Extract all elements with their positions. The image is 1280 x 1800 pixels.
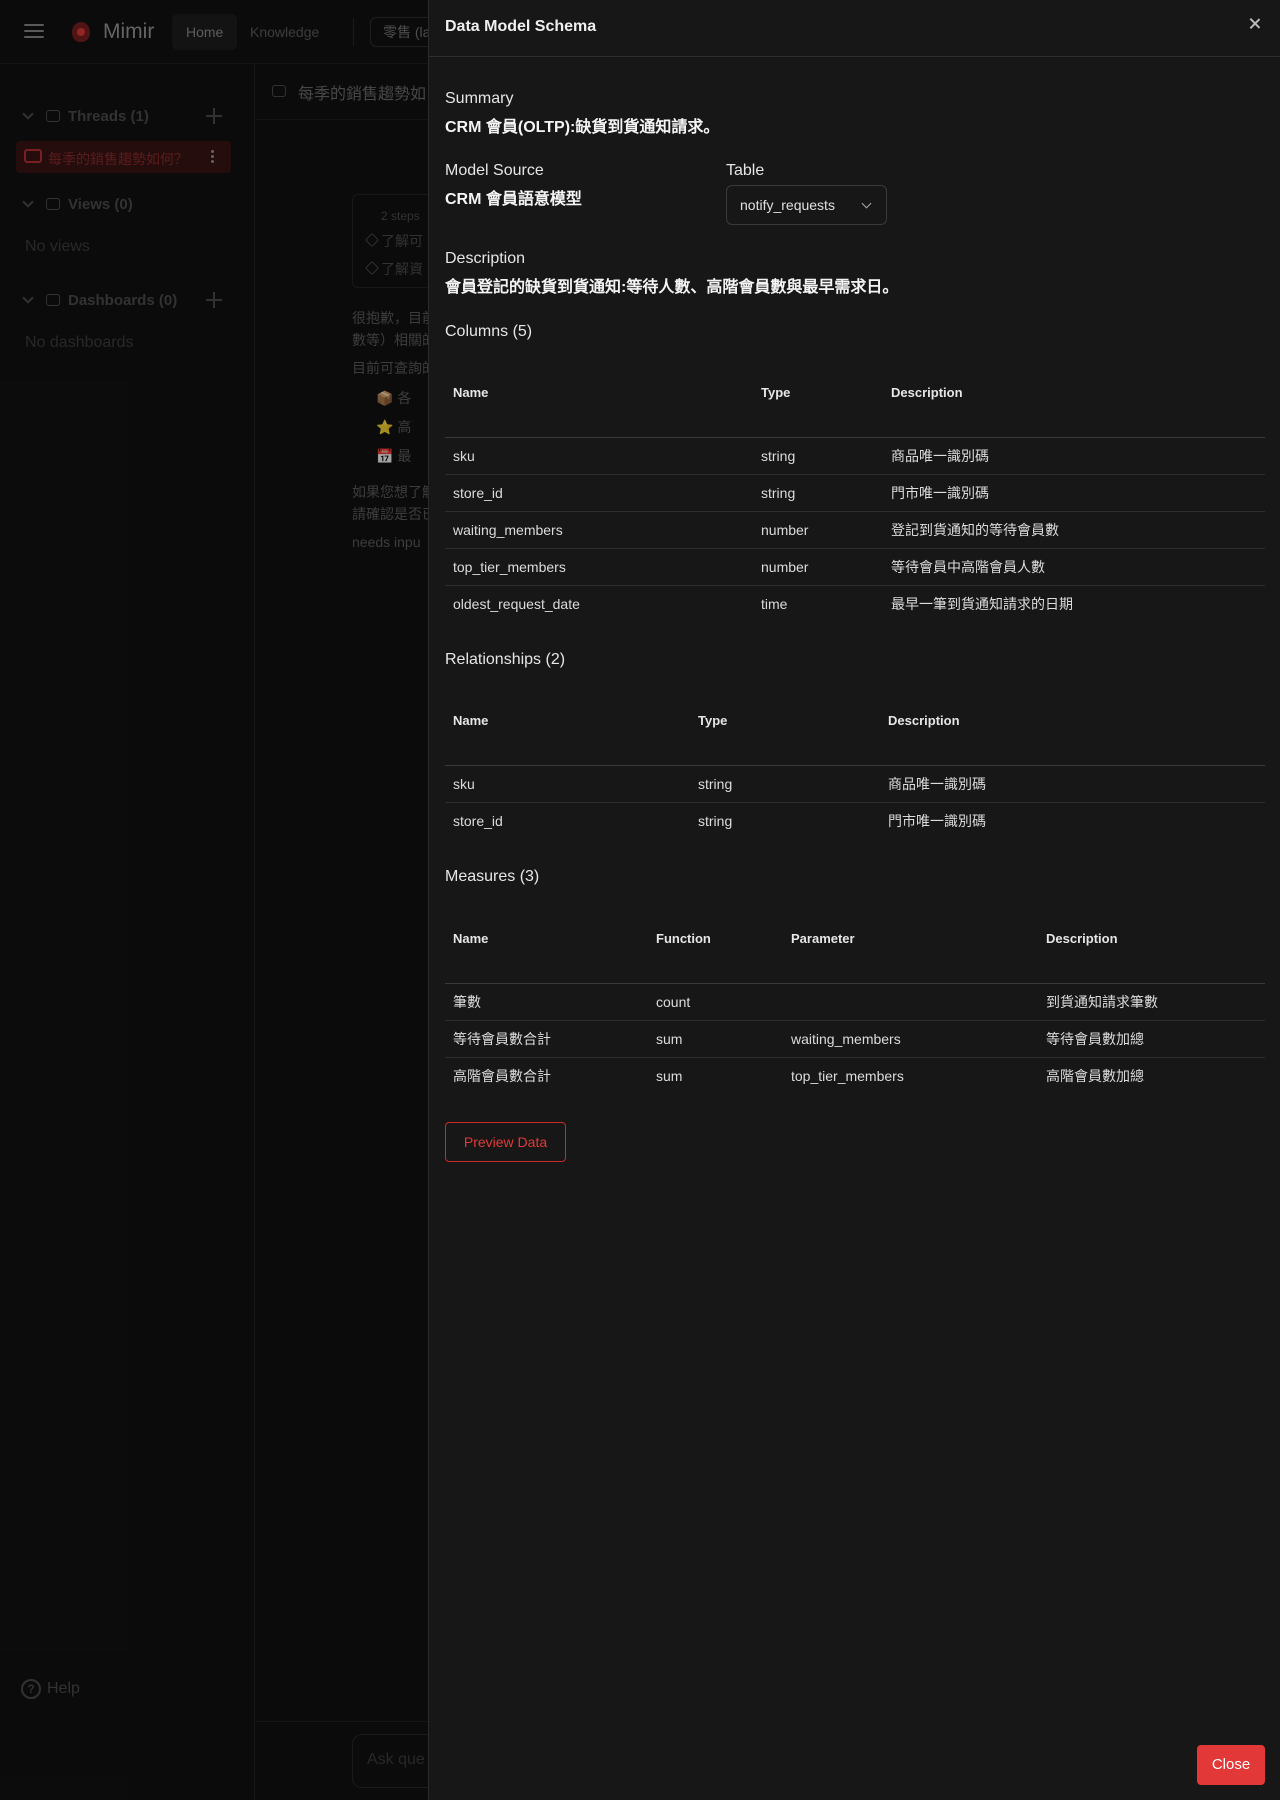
preview-data-button[interactable]: Preview Data bbox=[445, 1122, 566, 1162]
column-header: Type bbox=[753, 349, 883, 438]
cell: 高階會員數合計 bbox=[453, 1067, 551, 1084]
column-header: Name bbox=[445, 677, 690, 766]
table-select-value: notify_requests bbox=[740, 197, 835, 213]
cell: top_tier_members bbox=[445, 548, 753, 586]
cell: number bbox=[753, 511, 883, 549]
drawer-header: Data Model Schema bbox=[429, 0, 1280, 57]
cell: 門市唯一識別碼 bbox=[888, 812, 986, 829]
cell: string bbox=[690, 765, 880, 803]
data-model-schema-drawer: Data Model Schema Summary CRM 會員(OLTP):缺… bbox=[428, 0, 1280, 1800]
column-header: Function bbox=[648, 895, 783, 984]
cell: 商品唯一識別碼 bbox=[880, 765, 1265, 803]
cell: sku bbox=[445, 437, 753, 475]
cell: 筆數 bbox=[445, 983, 648, 1021]
column-header: Type bbox=[690, 677, 880, 766]
cell: store_id bbox=[453, 812, 503, 829]
cell: number bbox=[753, 548, 883, 586]
close-button[interactable]: Close bbox=[1197, 1745, 1265, 1785]
cell: count bbox=[648, 983, 783, 1021]
table-row: 筆數 count 到貨通知請求筆數 bbox=[445, 983, 1265, 1021]
description-label: Description bbox=[445, 250, 526, 267]
measures-table: Name Function Parameter Description 筆數 co… bbox=[445, 895, 1265, 1094]
column-header: Description bbox=[883, 349, 1265, 438]
cell: 等待會員中高階會員人數 bbox=[883, 548, 1265, 586]
close-icon[interactable] bbox=[1246, 15, 1264, 33]
table-select[interactable]: notify_requests bbox=[726, 185, 887, 225]
table-row: waiting_members number 登記到貨通知的等待會員數 bbox=[445, 511, 1265, 549]
cell: 門市唯一識別碼 bbox=[883, 474, 1265, 512]
column-header: Parameter bbox=[783, 895, 1038, 984]
cell: string bbox=[753, 437, 883, 475]
cell: top_tier_members bbox=[791, 1067, 904, 1084]
cell: store_id bbox=[445, 474, 753, 512]
cell: sku bbox=[445, 765, 690, 803]
table-row: sku string 商品唯一識別碼 bbox=[445, 437, 1265, 475]
cell: 商品唯一識別碼 bbox=[883, 437, 1265, 475]
cell: sum bbox=[656, 1067, 683, 1084]
cell: 登記到貨通知的等待會員數 bbox=[883, 511, 1265, 549]
columns-table: Name Type Description sku string 商品唯一識別碼 s… bbox=[445, 349, 1265, 622]
cell: 高階會員數加總 bbox=[1046, 1067, 1144, 1084]
table-header-row: Name Function Parameter Description bbox=[445, 895, 1265, 984]
column-header: Description bbox=[880, 677, 1265, 766]
column-header: Description bbox=[1038, 895, 1265, 984]
relationships-section-title: Relationships (2) bbox=[445, 651, 566, 668]
table-row: oldest_request_date time 最早一筆到貨通知請求的日期 bbox=[445, 585, 1265, 622]
table-row: store_id string 門市唯一識別碼 bbox=[445, 474, 1265, 512]
table-row: sku string 商品唯一識別碼 bbox=[445, 765, 1265, 803]
table-header-row: Name Type Description bbox=[445, 677, 1265, 766]
table-row: 等待會員數合計 sum waiting_members 等待會員數加總 bbox=[445, 1020, 1265, 1058]
model-source-value: CRM 會員語意模型 bbox=[445, 191, 582, 208]
column-header: Name bbox=[445, 895, 648, 984]
cell: 最早一筆到貨通知請求的日期 bbox=[891, 595, 1073, 612]
column-header: Name bbox=[445, 349, 753, 438]
drawer-title: Data Model Schema bbox=[445, 18, 597, 35]
table-row: 高階會員數合計 sum top_tier_members 高階會員數加總 bbox=[445, 1057, 1265, 1094]
summary-label: Summary bbox=[445, 90, 514, 107]
table-row: top_tier_members number 等待會員中高階會員人數 bbox=[445, 548, 1265, 586]
cell: time bbox=[761, 595, 788, 612]
cell: string bbox=[698, 812, 733, 829]
cell: waiting_members bbox=[783, 1020, 1038, 1058]
table-header-row: Name Type Description bbox=[445, 349, 1265, 438]
cell: oldest_request_date bbox=[453, 595, 580, 612]
cell: sum bbox=[648, 1020, 783, 1058]
columns-section-title: Columns (5) bbox=[445, 323, 533, 340]
model-source-label: Model Source bbox=[445, 162, 544, 179]
relationships-table: Name Type Description sku string 商品唯一識別碼 s… bbox=[445, 677, 1265, 839]
summary-value: CRM 會員(OLTP):缺貨到貨通知請求。 bbox=[445, 119, 720, 136]
description-value: 會員登記的缺貨到貨通知:等待人數、高階會員數與最早需求日。 bbox=[445, 279, 899, 296]
measures-section-title: Measures (3) bbox=[445, 868, 540, 885]
chevron-down-icon bbox=[861, 198, 872, 209]
cell: string bbox=[753, 474, 883, 512]
table-label: Table bbox=[726, 162, 765, 179]
cell: 等待會員數加總 bbox=[1038, 1020, 1265, 1058]
cell: 等待會員數合計 bbox=[445, 1020, 648, 1058]
cell: waiting_members bbox=[445, 511, 753, 549]
cell: 到貨通知請求筆數 bbox=[1038, 983, 1265, 1021]
cell bbox=[783, 983, 1038, 1021]
table-row: store_id string 門市唯一識別碼 bbox=[445, 802, 1265, 839]
